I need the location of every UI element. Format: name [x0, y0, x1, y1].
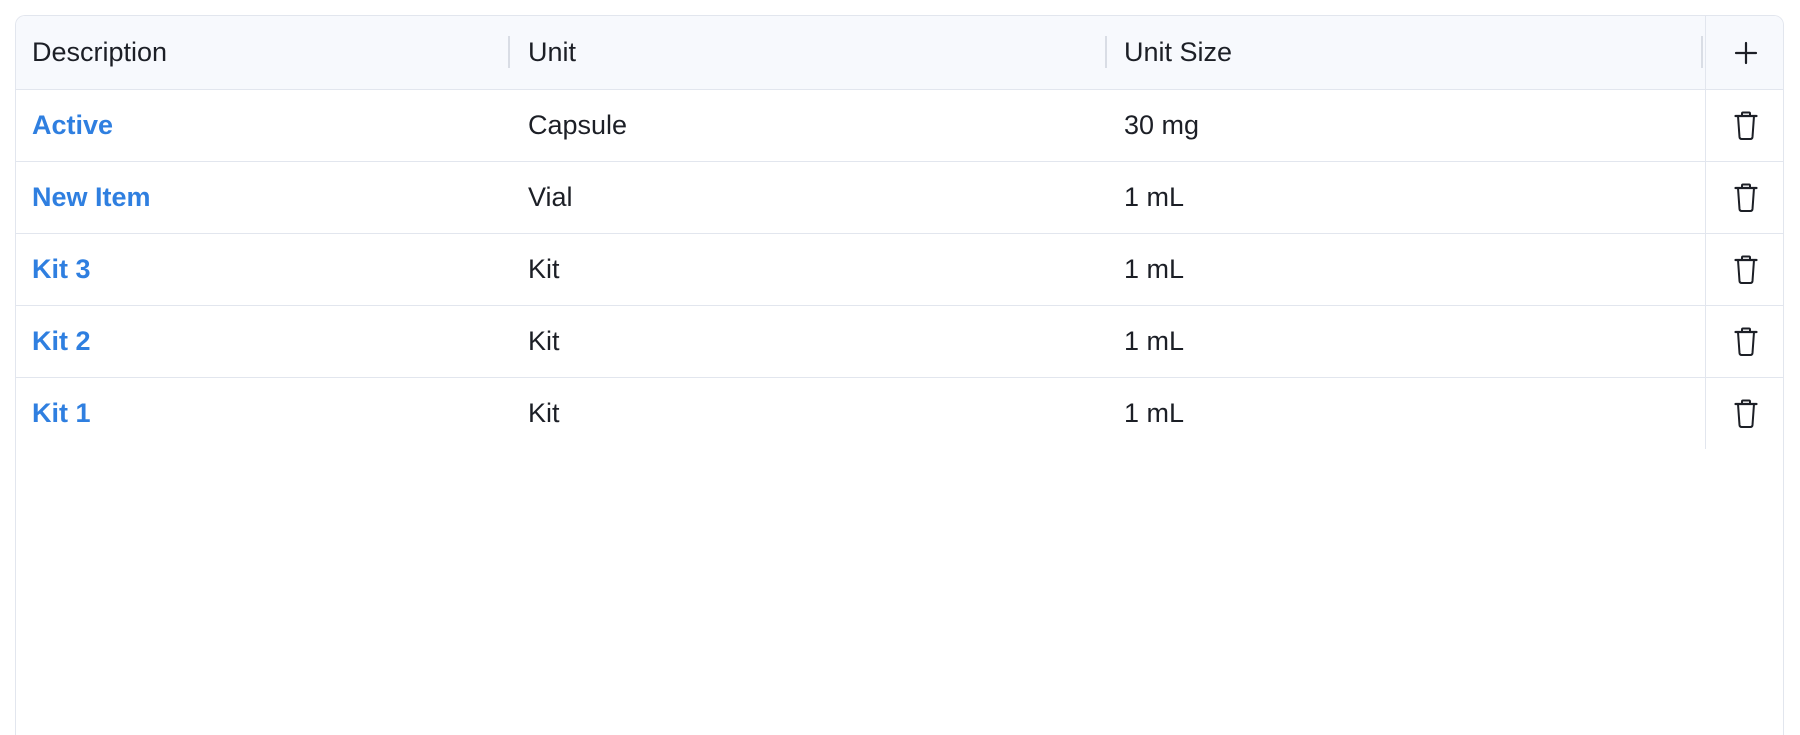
- trash-icon: [1733, 327, 1758, 356]
- row-action-cell: [1705, 90, 1783, 161]
- item-description-link[interactable]: New Item: [32, 162, 151, 233]
- item-unit-size: 1 mL: [1124, 326, 1185, 356]
- table-row: Kit 3 Kit 1 mL: [16, 234, 1783, 306]
- item-unit-size: 1 mL: [1124, 254, 1185, 284]
- delete-row-button[interactable]: [1724, 176, 1768, 220]
- row-action-cell: [1705, 306, 1783, 377]
- item-description-link[interactable]: Kit 3: [32, 234, 91, 305]
- delete-row-button[interactable]: [1724, 104, 1768, 148]
- item-description-link[interactable]: Kit 2: [32, 306, 91, 377]
- trash-icon: [1733, 183, 1758, 212]
- table-row: Active Capsule 30 mg: [16, 90, 1783, 162]
- table-row: Kit 1 Kit 1 mL: [16, 378, 1783, 449]
- table-header-row: Description Unit Unit Size: [16, 16, 1783, 90]
- item-unit: Capsule: [528, 110, 628, 140]
- plus-icon: [1734, 41, 1757, 64]
- item-unit: Kit: [528, 398, 560, 428]
- column-header-unit[interactable]: Unit: [528, 16, 576, 89]
- item-unit: Kit: [528, 326, 560, 356]
- row-action-cell: [1705, 234, 1783, 305]
- item-unit: Vial: [528, 182, 573, 212]
- item-unit-size: 1 mL: [1124, 398, 1185, 428]
- item-description-link[interactable]: Active: [32, 90, 113, 161]
- items-table: Description Unit Unit Size Active Capsul…: [15, 15, 1784, 735]
- delete-row-button[interactable]: [1724, 320, 1768, 364]
- delete-row-button[interactable]: [1724, 392, 1768, 436]
- table-row: New Item Vial 1 mL: [16, 162, 1783, 234]
- row-action-cell: [1705, 162, 1783, 233]
- column-resize-handle[interactable]: [508, 36, 510, 68]
- trash-icon: [1733, 111, 1758, 140]
- row-action-cell: [1705, 378, 1783, 449]
- item-unit-size: 30 mg: [1124, 110, 1200, 140]
- column-header-unit-size[interactable]: Unit Size: [1124, 16, 1232, 89]
- table-row: Kit 2 Kit 1 mL: [16, 306, 1783, 378]
- column-resize-handle[interactable]: [1105, 36, 1107, 68]
- delete-row-button[interactable]: [1724, 248, 1768, 292]
- trash-icon: [1733, 399, 1758, 428]
- add-row-button[interactable]: [1724, 31, 1768, 75]
- column-resize-handle[interactable]: [1701, 36, 1703, 68]
- trash-icon: [1733, 255, 1758, 284]
- item-description-link[interactable]: Kit 1: [32, 378, 91, 449]
- item-unit-size: 1 mL: [1124, 182, 1185, 212]
- item-unit: Kit: [528, 254, 560, 284]
- header-action-cell: [1705, 16, 1783, 89]
- column-header-description[interactable]: Description: [32, 16, 167, 89]
